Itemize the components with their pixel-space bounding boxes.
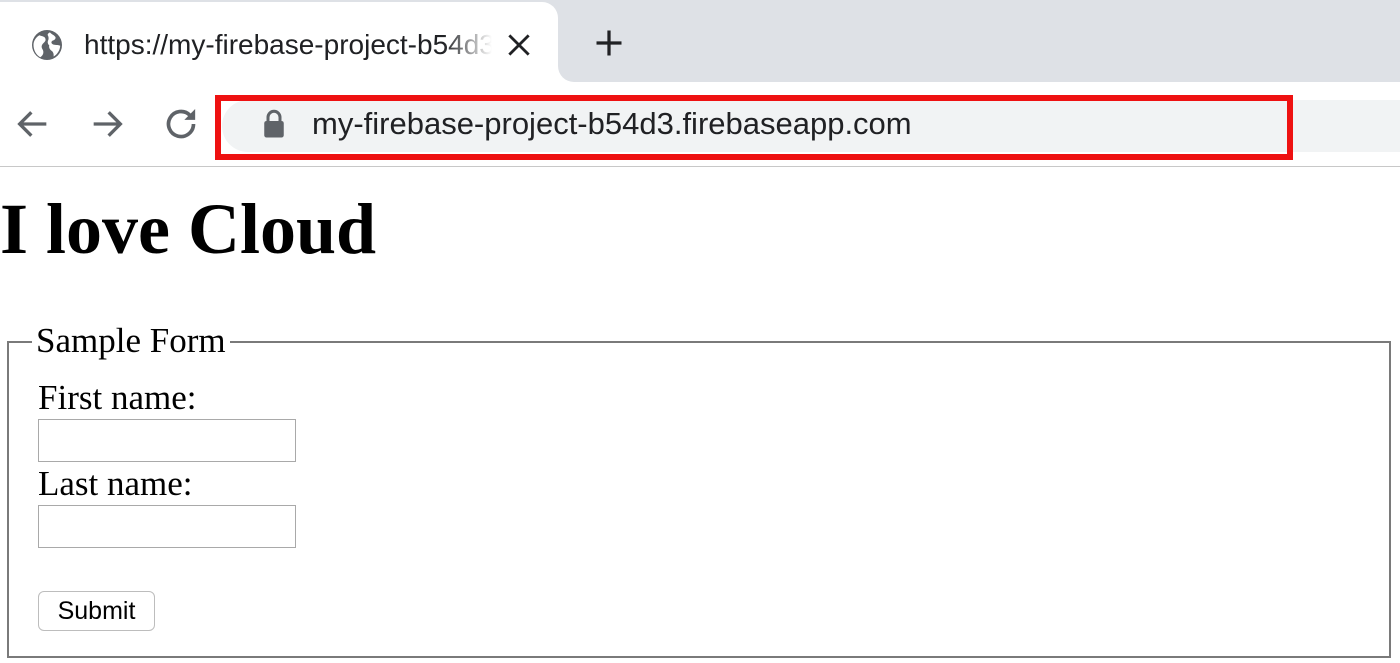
tab-curve-decoration (558, 50, 574, 82)
lock-icon[interactable] (262, 109, 286, 139)
browser-tab[interactable]: https://my-firebase-project-b54d3.fireba… (0, 2, 558, 82)
page-heading: I love Cloud (0, 189, 377, 269)
address-bar-url[interactable]: my-firebase-project-b54d3.firebaseapp.co… (312, 103, 912, 145)
tab-strip: https://my-firebase-project-b54d3.fireba… (0, 0, 1400, 82)
globe-icon (32, 30, 62, 60)
first-name-label: First name: (38, 378, 197, 417)
last-name-label: Last name: (38, 464, 193, 503)
first-name-input[interactable] (38, 419, 296, 462)
plus-icon[interactable] (594, 28, 624, 58)
submit-button[interactable]: Submit (38, 591, 155, 631)
sample-form-fieldset (7, 341, 1391, 658)
form-legend: Sample Form (32, 321, 230, 361)
back-arrow-icon[interactable] (13, 104, 53, 144)
tab-title: https://my-firebase-project-b54d3.fireba… (84, 29, 492, 60)
forward-arrow-icon[interactable] (87, 104, 127, 144)
last-name-input[interactable] (38, 505, 296, 548)
close-icon[interactable] (506, 32, 532, 58)
reload-icon[interactable] (161, 104, 201, 144)
